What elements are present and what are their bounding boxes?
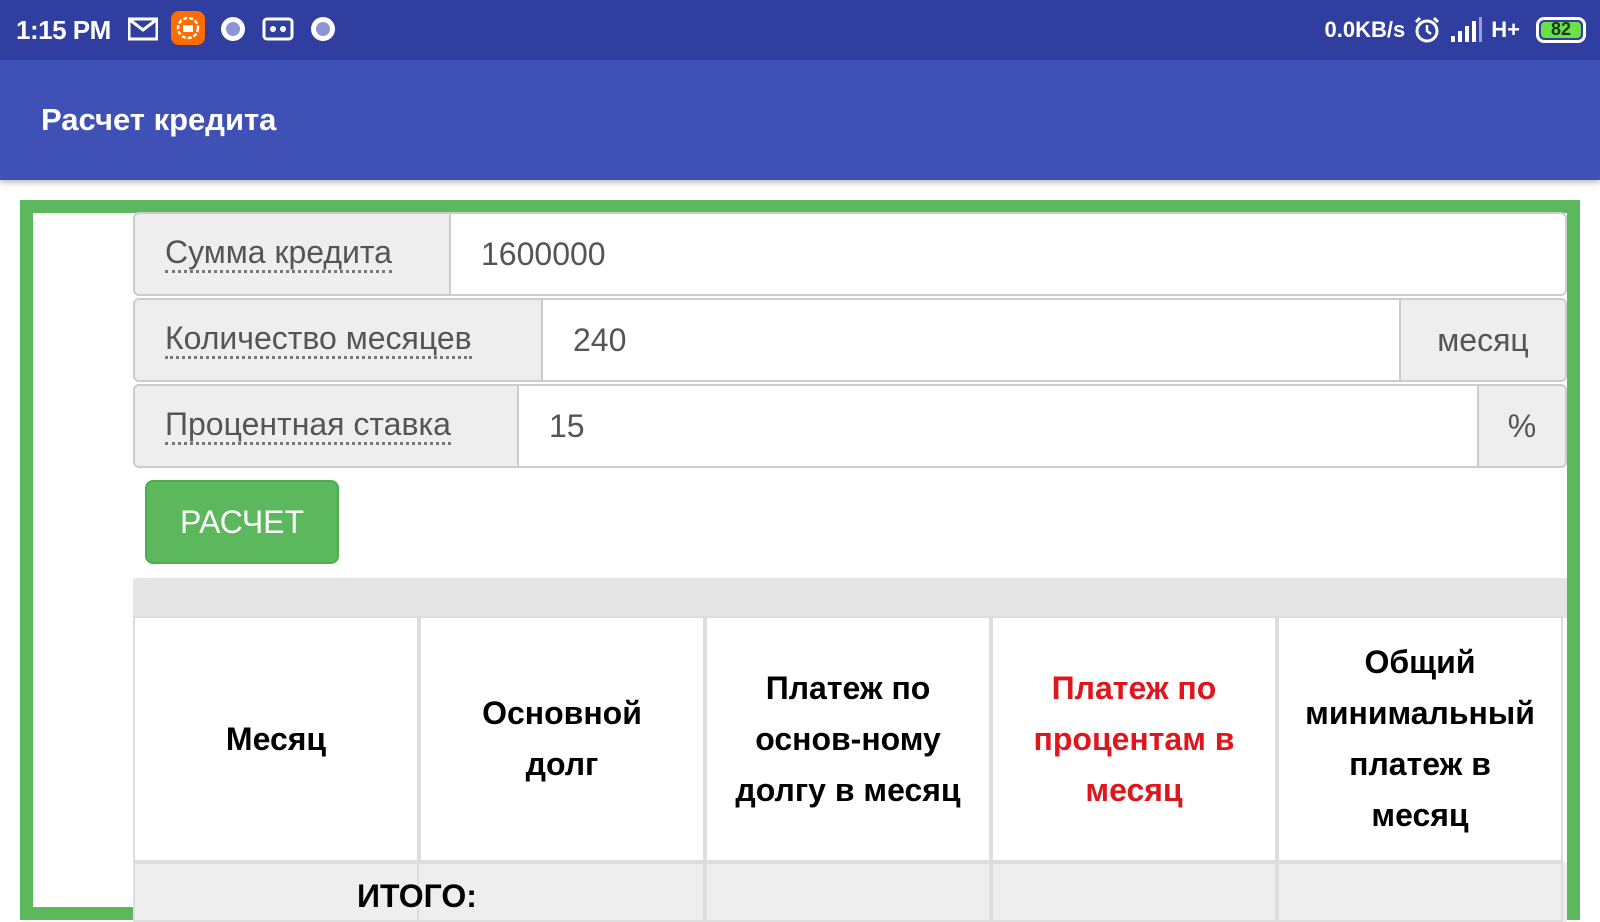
signal-icon bbox=[1451, 17, 1483, 42]
amount-label: Сумма кредита bbox=[165, 234, 392, 274]
header-total-line-4: месяц bbox=[1371, 797, 1469, 833]
header-principal-payment-line-1: Платеж по bbox=[765, 669, 931, 706]
months-label-addon: Количество месяцев bbox=[133, 298, 541, 382]
total-cell-4 bbox=[991, 862, 1277, 922]
header-total-line-3: платеж в bbox=[1349, 746, 1491, 782]
rate-row: Процентная ставка 15 % bbox=[133, 384, 1567, 468]
circle-app-icon-2 bbox=[311, 17, 335, 41]
rate-label: Процентная ставка bbox=[165, 406, 451, 446]
app-bar: Расчет кредита bbox=[0, 60, 1600, 180]
calculate-button[interactable]: РАСЧЕТ bbox=[145, 480, 339, 564]
rate-label-addon: Процентная ставка bbox=[133, 384, 517, 468]
header-principal-line-1: Основной bbox=[482, 695, 642, 731]
header-principal-payment: Платеж по основ-ному долгу в месяц bbox=[705, 616, 991, 862]
total-label: ИТОГО: bbox=[133, 862, 477, 922]
header-interest-line-2: процентам в bbox=[1033, 720, 1235, 757]
payment-table: Месяц Основной долг Платеж по основ-ному… bbox=[133, 616, 1567, 922]
amount-label-addon: Сумма кредита bbox=[133, 212, 449, 296]
net-speed: 0.0KB/s bbox=[1324, 17, 1406, 42]
header-interest-payment: Платеж по процентам в месяц bbox=[991, 616, 1277, 862]
battery-icon: 82 bbox=[1536, 17, 1586, 43]
app-notification-icon bbox=[171, 11, 205, 45]
rate-suffix: % bbox=[1479, 384, 1567, 468]
table-header-row: Месяц Основной долг Платеж по основ-ному… bbox=[133, 616, 1567, 862]
circle-app-icon bbox=[221, 17, 245, 41]
header-total-payment: Общий минимальный платеж в месяц bbox=[1277, 616, 1563, 862]
status-time: 1:15 PM bbox=[16, 15, 111, 45]
months-suffix: месяц bbox=[1401, 298, 1567, 382]
header-principal-line-2: долг bbox=[525, 746, 599, 782]
header-month: Месяц bbox=[133, 616, 419, 862]
alarm-icon bbox=[1415, 16, 1440, 43]
total-cell-3 bbox=[705, 862, 991, 922]
table-caption-band bbox=[133, 578, 1567, 618]
header-month-line: Месяц bbox=[225, 720, 327, 757]
amount-input[interactable]: 1600000 bbox=[449, 212, 1567, 296]
status-bar: 1:15 PM 0.0KB/s H+ 82 bbox=[0, 0, 1600, 60]
header-interest-line-3: месяц bbox=[1085, 771, 1183, 808]
header-principal-payment-line-2: основ-ному bbox=[755, 720, 941, 757]
status-right: 0.0KB/s H+ 82 bbox=[1325, 14, 1586, 46]
header-interest-line-1: Платеж по bbox=[1051, 669, 1217, 706]
header-principal: Основной долг bbox=[419, 616, 705, 862]
rate-input[interactable]: 15 bbox=[517, 384, 1479, 468]
app-title: Расчет кредита bbox=[41, 102, 277, 137]
months-row: Количество месяцев 240 месяц bbox=[133, 298, 1567, 382]
amount-row: Сумма кредита 1600000 bbox=[133, 212, 1567, 296]
months-input[interactable]: 240 bbox=[541, 298, 1401, 382]
cassette-icon bbox=[262, 17, 294, 41]
table-total-row: ИТОГО: bbox=[133, 862, 1567, 922]
header-total-line-1: Общий bbox=[1364, 644, 1476, 680]
mail-icon bbox=[128, 17, 158, 41]
header-total-line-2: минимальный bbox=[1305, 695, 1535, 731]
battery-level: 82 bbox=[1550, 19, 1572, 39]
network-type: H+ bbox=[1491, 17, 1520, 42]
total-cell-5 bbox=[1277, 862, 1563, 922]
total-cell-2 bbox=[419, 862, 705, 922]
header-principal-payment-line-3: долгу в месяц bbox=[735, 771, 961, 808]
months-label: Количество месяцев bbox=[165, 320, 472, 360]
